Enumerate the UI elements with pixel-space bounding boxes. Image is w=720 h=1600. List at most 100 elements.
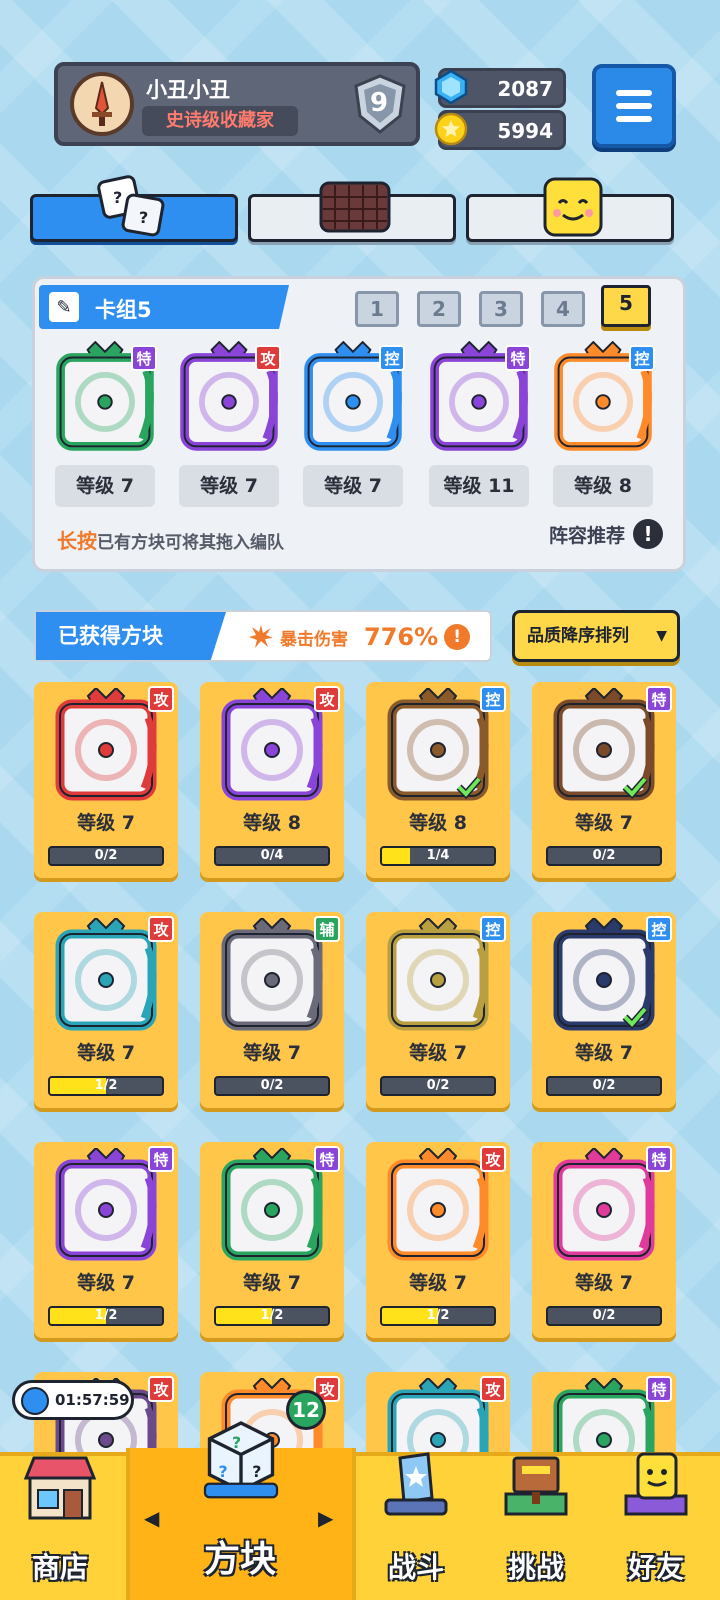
- block-art-icon: [221, 916, 323, 1031]
- nav-challenge[interactable]: 挑战: [476, 1456, 596, 1600]
- block-card[interactable]: 特等级 7 0/2: [532, 682, 676, 878]
- nav-next-arrow-icon[interactable]: ▶: [318, 1506, 333, 1530]
- upgrade-progress-bar: 0/2: [546, 1076, 662, 1096]
- block-card[interactable]: 辅等级 7 0/2: [200, 912, 344, 1108]
- deck-tab-3[interactable]: 3: [479, 291, 523, 327]
- upgrade-progress-text: 0/2: [592, 1078, 616, 1093]
- tab-board[interactable]: [248, 181, 456, 242]
- nav-prev-arrow-icon[interactable]: ◀: [144, 1506, 159, 1530]
- coins-value: 5994: [497, 119, 553, 143]
- upgrade-progress-bar: 1/2: [380, 1306, 496, 1326]
- block-level: 等级 8: [409, 812, 467, 834]
- caret-down-icon: ▼: [656, 628, 667, 644]
- coins-counter[interactable]: 5994: [434, 110, 566, 150]
- rank-badge[interactable]: 9: [348, 72, 412, 136]
- edit-icon[interactable]: ✎: [49, 292, 79, 322]
- block-card[interactable]: 攻等级 7 1/2: [34, 912, 178, 1108]
- block-card[interactable]: 攻等级 7 1/2: [366, 1142, 510, 1338]
- deck-tab-5[interactable]: 5: [601, 285, 651, 327]
- svg-text:?: ?: [139, 208, 148, 227]
- block-type-badge: 控: [480, 686, 506, 712]
- nav-blocks[interactable]: ? ? ? 方块: [180, 1421, 300, 1600]
- block-type-badge: 控: [480, 916, 506, 942]
- block-card[interactable]: 控等级 7 0/2: [366, 912, 510, 1108]
- svg-text:?: ?: [219, 1462, 228, 1481]
- battle-icon: [384, 1452, 448, 1516]
- burst-icon: [249, 625, 273, 648]
- block-card[interactable]: 攻等级 8 0/4: [200, 682, 344, 878]
- deck-slot[interactable]: 控: [297, 340, 409, 459]
- upgrade-progress-text: 1/4: [426, 848, 450, 863]
- bottom-nav: 商店 ? ? ? 方块 战斗 挑战 好友: [0, 1421, 720, 1600]
- block-card[interactable]: 特等级 7 0/2: [532, 1142, 676, 1338]
- nav-shop[interactable]: 商店: [0, 1456, 120, 1600]
- block-card[interactable]: 特等级 7 1/2: [200, 1142, 344, 1338]
- timer-value: 01:57:59: [55, 1391, 130, 1409]
- deck-slot[interactable]: 特: [49, 340, 161, 459]
- block-card[interactable]: 特等级 7 1/2: [34, 1142, 178, 1338]
- deck-tab-1[interactable]: 1: [355, 291, 399, 327]
- block-type-badge: 攻: [480, 1376, 506, 1402]
- menu-button[interactable]: [592, 64, 676, 148]
- upgrade-progress-text: 0/2: [94, 848, 118, 863]
- block-type-badge: 特: [646, 1376, 672, 1402]
- tab-skin[interactable]: [466, 177, 674, 242]
- lineup-recommend-button[interactable]: 阵容推荐 !: [549, 519, 663, 549]
- stopwatch-icon: [21, 1387, 49, 1415]
- deck-slot[interactable]: 特: [423, 340, 535, 459]
- block-image: [546, 1146, 662, 1268]
- crit-damage-info[interactable]: 暴击伤害 776% !: [248, 623, 471, 651]
- profile-panel[interactable]: 小丑小丑 史诗级收藏家 9: [54, 62, 420, 146]
- nav-battle[interactable]: 战斗: [356, 1452, 476, 1600]
- block-type-badge: 特: [646, 1146, 672, 1172]
- shop-icon: [23, 1456, 97, 1520]
- block-level: 等级 7: [243, 1272, 301, 1294]
- deck-slot-level: 等级 11: [429, 465, 529, 507]
- block-art-icon: [55, 1146, 157, 1261]
- block-type-badge: 特: [148, 1146, 174, 1172]
- rank-number: 9: [370, 88, 389, 118]
- block-art-icon: [55, 686, 157, 801]
- avatar[interactable]: [70, 72, 134, 136]
- gems-counter[interactable]: 2087: [434, 68, 566, 108]
- hint-text: 已有方块可将其拖入编队: [97, 533, 284, 553]
- block-art-icon: [55, 916, 157, 1031]
- block-type-badge: 攻: [314, 686, 340, 712]
- deck-header[interactable]: ✎ 卡组5: [39, 285, 289, 329]
- nav-friends[interactable]: 好友: [596, 1452, 716, 1600]
- deck-slot[interactable]: 控: [547, 340, 659, 459]
- deck-tab-2[interactable]: 2: [417, 291, 461, 327]
- block-level: 等级 7: [575, 812, 633, 834]
- upgrade-progress-bar: 0/2: [546, 1306, 662, 1326]
- block-type-badge: 控: [379, 345, 405, 371]
- player-name: 小丑小丑: [146, 78, 230, 102]
- deck-slot[interactable]: 攻: [173, 340, 285, 459]
- block-type-badge: 特: [131, 345, 157, 371]
- deck-tab-4[interactable]: 4: [541, 291, 585, 327]
- block-card[interactable]: 攻等级 7 0/2: [34, 682, 178, 878]
- sort-label: 品质降序排列: [527, 626, 629, 646]
- upgrade-progress-text: 1/2: [426, 1308, 450, 1323]
- check-icon: [622, 776, 648, 800]
- crit-damage-value: 776%: [364, 623, 439, 651]
- upgrade-progress-bar: 1/4: [380, 846, 496, 866]
- block-art-icon: [387, 916, 489, 1031]
- block-card[interactable]: 控等级 8 1/4: [366, 682, 510, 878]
- block-level: 等级 7: [77, 1272, 135, 1294]
- coin-icon: [434, 112, 468, 146]
- tab-dice[interactable]: ? ?: [30, 175, 238, 242]
- block-type-badge: 特: [646, 686, 672, 712]
- block-type-badge: 攻: [255, 345, 281, 371]
- nav-friends-label: 好友: [627, 1551, 684, 1584]
- sort-dropdown[interactable]: 品质降序排列 ▼: [512, 610, 680, 662]
- block-image: [214, 916, 330, 1038]
- sword-icon: [92, 81, 112, 126]
- upgrade-progress-bar: 0/4: [214, 846, 330, 866]
- board-icon: [319, 181, 391, 233]
- block-image: [214, 686, 330, 808]
- block-card[interactable]: 控等级 7 0/2: [532, 912, 676, 1108]
- player-title: 史诗级收藏家: [142, 106, 298, 136]
- event-timer[interactable]: 01:57:59: [12, 1380, 134, 1420]
- deck-hint: 长按已有方块可将其拖入编队: [57, 525, 284, 554]
- block-level: 等级 7: [575, 1042, 633, 1064]
